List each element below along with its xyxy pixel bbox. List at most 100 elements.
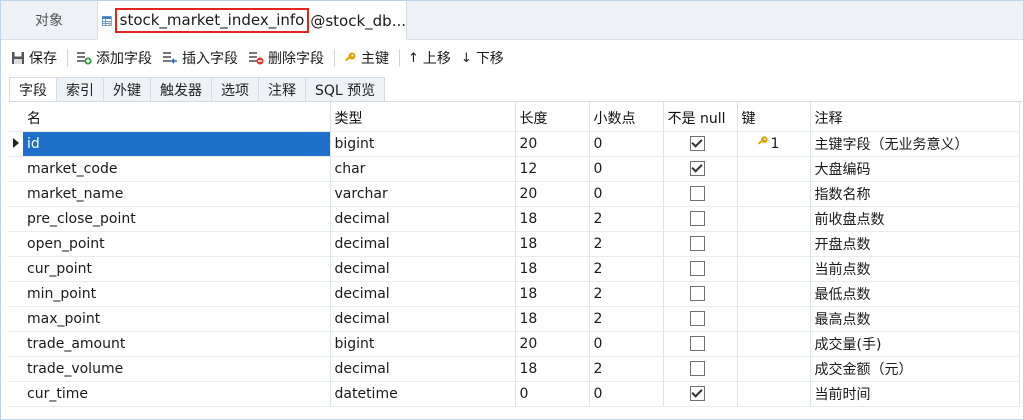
field-comment-cell[interactable]: 主键字段（无业务意义） [810,131,1020,157]
field-comment-cell[interactable]: 开盘点数 [810,231,1020,257]
field-comment-cell[interactable]: 指数名称 [810,181,1020,207]
field-decimals-cell[interactable]: 2 [589,206,664,232]
column-header-not-null[interactable]: 不是 null [663,102,738,132]
not-null-checkbox[interactable] [689,136,705,151]
field-type-cell[interactable]: datetime [330,381,516,407]
key-cell[interactable] [737,381,811,407]
field-decimals-cell[interactable]: 2 [589,256,664,282]
move-down-button[interactable]: ↓ 下移 [461,48,504,68]
field-type-cell[interactable]: bigint [330,331,516,357]
field-length-cell[interactable]: 18 [515,306,590,332]
field-length-cell[interactable]: 18 [515,256,590,282]
primary-key-button[interactable]: 主键 [343,48,389,68]
key-cell[interactable] [737,356,811,382]
field-decimals-cell[interactable]: 0 [589,331,664,357]
field-type-cell[interactable]: decimal [330,256,516,282]
field-name-cell[interactable]: min_point [23,281,331,307]
field-decimals-cell[interactable]: 2 [589,306,664,332]
field-type-cell[interactable]: bigint [330,131,516,157]
field-name-cell[interactable]: cur_time [23,381,331,407]
tab-table-design[interactable]: stock_market_index_info @stock_db... [97,1,407,40]
not-null-checkbox[interactable] [689,161,705,176]
add-field-button[interactable]: 添加字段 [76,48,152,68]
field-name-cell[interactable]: pre_close_point [23,206,331,232]
field-row[interactable]: trade_volume decimal 18 2 成交金额（元） [9,356,1020,382]
not-null-checkbox[interactable] [689,286,705,301]
field-comment-cell[interactable]: 成交金额（元） [810,356,1020,382]
field-name-cell[interactable]: market_code [23,156,331,182]
column-header-decimals[interactable]: 小数点 [589,102,664,132]
field-decimals-cell[interactable]: 2 [589,231,664,257]
field-row[interactable]: market_name varchar 20 0 指数名称 [9,181,1020,207]
key-cell[interactable] [737,281,811,307]
key-cell[interactable] [737,306,811,332]
not-null-checkbox[interactable] [689,211,705,226]
field-length-cell[interactable]: 18 [515,206,590,232]
field-length-cell[interactable]: 18 [515,356,590,382]
not-null-cell[interactable] [663,381,738,407]
field-row[interactable]: cur_point decimal 18 2 当前点数 [9,256,1020,282]
key-cell[interactable]: 1 [737,131,811,157]
field-comment-cell[interactable]: 前收盘点数 [810,206,1020,232]
column-header-type[interactable]: 类型 [330,102,516,132]
field-name-cell[interactable]: max_point [23,306,331,332]
not-null-cell[interactable] [663,131,738,157]
field-type-cell[interactable]: varchar [330,181,516,207]
delete-field-button[interactable]: 删除字段 [248,48,324,68]
field-length-cell[interactable]: 12 [515,156,590,182]
not-null-checkbox[interactable] [689,386,705,401]
field-name-cell[interactable]: id [23,131,331,157]
field-decimals-cell[interactable]: 0 [589,181,664,207]
field-row[interactable]: market_code char 12 0 大盘编码 [9,156,1020,182]
field-decimals-cell[interactable]: 2 [589,356,664,382]
tab-foreign-keys[interactable]: 外键 [103,77,151,101]
not-null-checkbox[interactable] [689,311,705,326]
tab-comment[interactable]: 注释 [258,77,306,101]
field-type-cell[interactable]: decimal [330,281,516,307]
key-cell[interactable] [737,156,811,182]
field-length-cell[interactable]: 0 [515,381,590,407]
not-null-cell[interactable] [663,281,738,307]
tab-objects[interactable]: 对象 [1,1,97,39]
field-name-cell[interactable]: trade_volume [23,356,331,382]
field-row[interactable]: pre_close_point decimal 18 2 前收盘点数 [9,206,1020,232]
field-name-cell[interactable]: cur_point [23,256,331,282]
field-name-cell[interactable]: open_point [23,231,331,257]
not-null-cell[interactable] [663,206,738,232]
field-comment-cell[interactable]: 最高点数 [810,306,1020,332]
key-cell[interactable] [737,181,811,207]
field-comment-cell[interactable]: 大盘编码 [810,156,1020,182]
field-row[interactable]: id bigint 20 0 1 主键字段（无业务意义） [9,131,1020,157]
not-null-checkbox[interactable] [689,236,705,251]
move-up-button[interactable]: ↑ 上移 [408,48,451,68]
field-row[interactable]: open_point decimal 18 2 开盘点数 [9,231,1020,257]
field-length-cell[interactable]: 18 [515,281,590,307]
field-decimals-cell[interactable]: 2 [589,281,664,307]
column-header-comment[interactable]: 注释 [810,102,1020,132]
tab-options[interactable]: 选项 [211,77,259,101]
key-cell[interactable] [737,256,811,282]
not-null-cell[interactable] [663,331,738,357]
not-null-cell[interactable] [663,181,738,207]
field-row[interactable]: cur_time datetime 0 0 当前时间 [9,381,1020,407]
not-null-checkbox[interactable] [689,361,705,376]
insert-field-button[interactable]: 插入字段 [162,48,238,68]
save-button[interactable]: 保存 [11,48,57,68]
tab-triggers[interactable]: 触发器 [150,77,212,101]
field-length-cell[interactable]: 20 [515,181,590,207]
not-null-checkbox[interactable] [689,186,705,201]
field-type-cell[interactable]: decimal [330,206,516,232]
field-comment-cell[interactable]: 当前时间 [810,381,1020,407]
column-header-key[interactable]: 键 [737,102,811,132]
field-length-cell[interactable]: 18 [515,231,590,257]
not-null-cell[interactable] [663,231,738,257]
field-name-cell[interactable]: trade_amount [23,331,331,357]
tab-sql-preview[interactable]: SQL 预览 [305,77,386,101]
not-null-checkbox[interactable] [689,336,705,351]
field-comment-cell[interactable]: 最低点数 [810,281,1020,307]
field-length-cell[interactable]: 20 [515,331,590,357]
field-decimals-cell[interactable]: 0 [589,131,664,157]
field-row[interactable]: max_point decimal 18 2 最高点数 [9,306,1020,332]
field-type-cell[interactable]: char [330,156,516,182]
field-length-cell[interactable]: 20 [515,131,590,157]
